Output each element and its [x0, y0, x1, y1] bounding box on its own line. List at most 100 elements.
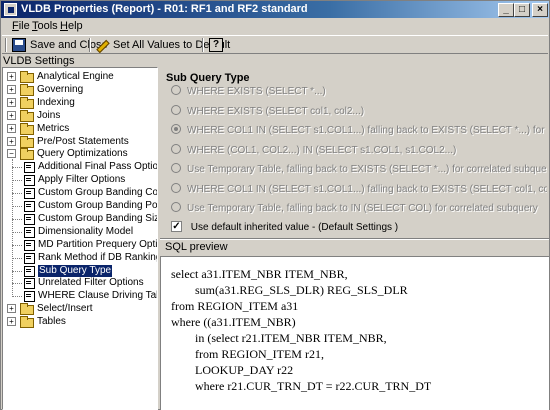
tree-folder-label: Tables: [37, 316, 66, 328]
save-disk-icon: [12, 38, 26, 52]
setting-icon: [23, 252, 35, 264]
tree-item-apply-filter-options[interactable]: Apply Filter Options: [3, 174, 157, 187]
use-default-checkbox-row[interactable]: ✓ Use default inherited value - (Default…: [171, 220, 399, 234]
tree-folder-pre-post-statements[interactable]: + Pre/Post Statements: [3, 135, 157, 148]
subquery-option[interactable]: Use Temporary Table, falling back to IN …: [171, 202, 547, 215]
subquery-option-label: Use Temporary Table, falling back to IN …: [187, 203, 538, 214]
settings-panel: Sub Query Type WHERE EXISTS (SELECT *...…: [160, 67, 549, 410]
tree-folder-indexing[interactable]: + Indexing: [3, 96, 157, 109]
tree-folder-governing[interactable]: + Governing: [3, 83, 157, 96]
collapse-minus-icon[interactable]: −: [7, 149, 16, 159]
subquery-option[interactable]: Use Temporary Table, falling back to EXI…: [171, 163, 547, 176]
tree-connector: [12, 270, 22, 272]
tree-item-custom-group-banding-points[interactable]: Custom Group Banding Points: [3, 200, 157, 212]
panel-divider: [160, 238, 549, 240]
menu-help[interactable]: Help: [60, 19, 83, 33]
maximize-button[interactable]: □: [514, 3, 530, 17]
tree-connector: [12, 244, 22, 246]
window-title: VLDB Properties (Report) - R01: RF1 and …: [21, 3, 308, 15]
sql-line: LOOKUP_DAY r22: [171, 363, 294, 377]
tree-folder-metrics[interactable]: + Metrics: [3, 122, 157, 135]
tree-folder-query-optimizations[interactable]: − Query Optimizations: [3, 148, 157, 161]
tree-folder-label: Query Optimizations: [37, 148, 128, 160]
expand-plus-icon[interactable]: +: [7, 72, 16, 81]
folder-icon: [20, 83, 34, 96]
radio-button[interactable]: [171, 85, 181, 96]
title-bar[interactable]: VLDB Properties (Report) - R01: RF1 and …: [1, 1, 549, 18]
tree-connector: [12, 283, 22, 285]
tree-item-dimensionality-model[interactable]: Dimensionality Model: [3, 226, 157, 238]
tree-item-label: Sub Query Type: [38, 264, 113, 277]
subquery-option[interactable]: WHERE COL1 IN (SELECT s1.COL1...) fallin…: [171, 124, 547, 137]
sql-line: in (select r21.ITEM_NBR ITEM_NBR,: [171, 331, 387, 345]
folder-icon: [20, 71, 34, 83]
close-button[interactable]: ×: [532, 3, 548, 17]
radio-button[interactable]: [171, 163, 181, 174]
sql-preview-box[interactable]: select a31.ITEM_NBR ITEM_NBR, sum(a31.RE…: [160, 256, 549, 410]
folder-icon: [20, 96, 34, 109]
radio-button[interactable]: [171, 144, 181, 155]
sql-line: where r21.CUR_TRN_DT = r22.CUR_TRN_DT: [171, 379, 432, 393]
tree-folder-analytical-engine[interactable]: + Analytical Engine: [3, 71, 157, 83]
subquery-option[interactable]: WHERE EXISTS (SELECT *...): [171, 85, 547, 98]
sql-line: where ((a31.ITEM_NBR): [171, 315, 296, 329]
minimize-button[interactable]: _: [498, 3, 514, 17]
expand-plus-icon[interactable]: +: [7, 97, 16, 107]
expand-plus-icon[interactable]: +: [7, 123, 16, 133]
toolbar-separator: [202, 38, 204, 52]
sql-line: select a31.ITEM_NBR ITEM_NBR,: [171, 267, 348, 281]
expand-plus-icon[interactable]: +: [7, 317, 16, 327]
toolbar: Save and Close Set All Values to Default…: [2, 35, 548, 54]
tree-folder-label: Pre/Post Statements: [37, 135, 129, 147]
subquery-option[interactable]: WHERE COL1 IN (SELECT s1.COL1...) fallin…: [171, 183, 547, 196]
tree-item-custom-group-banding-size-n[interactable]: Custom Group Banding Size N: [3, 213, 157, 225]
vldb-settings-label: VLDB Settings: [3, 55, 75, 67]
tree-item-sub-query-type[interactable]: Sub Query Type: [3, 264, 157, 277]
setting-icon: [23, 239, 35, 251]
tree-item-unrelated-filter-options[interactable]: Unrelated Filter Options: [3, 277, 157, 290]
settings-tree[interactable]: + Analytical Engine + Governing + Indexing + Jo…: [2, 67, 158, 410]
folder-icon: [20, 135, 34, 148]
use-default-label: Use default inherited value - (Default S…: [190, 222, 399, 233]
subquery-option-label: WHERE EXISTS (SELECT *...): [187, 86, 326, 97]
use-default-checkbox[interactable]: ✓: [171, 220, 182, 232]
tree-item-rank-method-if-db-ranking-n[interactable]: Rank Method if DB Ranking N: [3, 252, 157, 264]
sql-line: from REGION_ITEM a31: [171, 299, 299, 313]
expand-plus-icon[interactable]: +: [7, 304, 16, 314]
tree-item-custom-group-banding-count[interactable]: Custom Group Banding Count: [3, 187, 157, 200]
expand-plus-icon[interactable]: +: [7, 136, 16, 146]
tree-item-label: Apply Filter Options: [38, 174, 126, 186]
sql-preview-label: SQL preview: [165, 241, 228, 253]
radio-button-selected[interactable]: [171, 124, 181, 135]
sql-line: sum(a31.REG_SLS_DLR) REG_SLS_DLR: [171, 283, 408, 297]
tree-connector: [12, 167, 22, 169]
tree-item-md-partition-prequery-option[interactable]: MD Partition Prequery Option: [3, 239, 157, 251]
tree-folder-select-insert[interactable]: + Select/Insert: [3, 303, 157, 316]
tree-item-label: Rank Method if DB Ranking N: [38, 251, 158, 263]
menu-tools[interactable]: Tools: [32, 19, 58, 33]
tree-folder-label: Indexing: [37, 96, 75, 108]
tree-folder-joins[interactable]: + Joins: [3, 109, 157, 122]
radio-button[interactable]: [171, 202, 181, 213]
tree-item-additional-final-pass-option[interactable]: Additional Final Pass Option: [3, 161, 158, 174]
folder-icon: [20, 122, 34, 135]
sql-line: from REGION_ITEM r21,: [171, 347, 324, 361]
tree-folder-tables[interactable]: + Tables: [3, 316, 157, 329]
subquery-option[interactable]: WHERE EXISTS (SELECT col1, col2...): [171, 105, 547, 118]
tree-item-where-clause-driving-table[interactable]: WHERE Clause Driving Table: [3, 290, 157, 303]
help-button[interactable]: ?: [209, 37, 227, 53]
tree-item-label: Additional Final Pass Option: [38, 161, 158, 173]
radio-button[interactable]: [171, 183, 181, 194]
tree-folder-label: Governing: [37, 83, 84, 95]
tree-connector: [12, 296, 22, 298]
tree-connector: [12, 206, 22, 207]
menu-file[interactable]: File: [12, 19, 30, 33]
radio-button[interactable]: [171, 105, 181, 116]
subquery-option-label: Use Temporary Table, falling back to EXI…: [187, 164, 547, 175]
setting-icon: [23, 277, 35, 290]
expand-plus-icon[interactable]: +: [7, 110, 16, 120]
expand-plus-icon[interactable]: +: [7, 84, 16, 94]
subquery-option-label: WHERE (COL1, COL2...) IN (SELECT s1.COL1…: [187, 145, 457, 156]
save-and-close-button[interactable]: Save and Close: [12, 37, 108, 53]
subquery-option[interactable]: WHERE (COL1, COL2...) IN (SELECT s1.COL1…: [171, 144, 547, 157]
